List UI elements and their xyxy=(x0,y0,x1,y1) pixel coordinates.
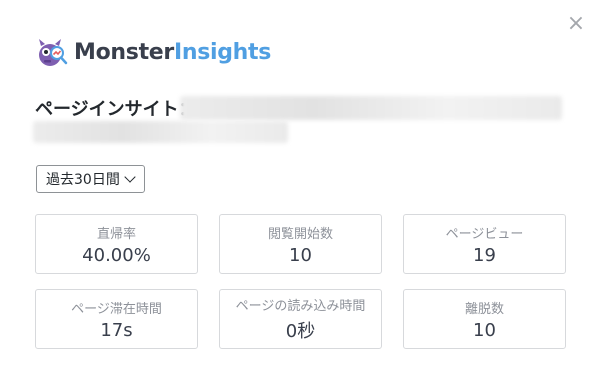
page-insight-label: ページインサイト： xyxy=(35,99,197,120)
metric-label: ページ滞在時間 xyxy=(71,301,162,317)
metric-card-bounce-rate: 直帰率 40.00% xyxy=(35,214,198,274)
metric-value: 10 xyxy=(289,244,312,266)
metric-label: 直帰率 xyxy=(96,226,136,242)
metric-card-load-time: ページの読み込み時間 0秒 xyxy=(219,289,382,349)
metric-value: 0秒 xyxy=(285,321,316,342)
metrics-grid: 直帰率 40.00% 閲覧開始数 10 ページビュー 19 ページ滞在時間 17… xyxy=(35,214,566,349)
metric-label: 離脱数 xyxy=(464,301,504,317)
close-icon[interactable]: × xyxy=(565,13,587,35)
period-select-value: 過去30日間 xyxy=(46,172,120,188)
blurred-page-title xyxy=(180,96,562,120)
brand-name-part2: Insights xyxy=(173,39,272,65)
metric-label: ページの読み込み時間 xyxy=(235,299,366,314)
metric-value: 17s xyxy=(100,319,133,341)
brand-logo: MonsterInsights xyxy=(35,36,271,68)
brand-name-part1: Monster xyxy=(74,39,174,65)
metric-card-exits: 離脱数 10 xyxy=(403,289,566,349)
metric-label: 閲覧開始数 xyxy=(267,226,333,242)
monster-logo-icon xyxy=(39,39,68,66)
metric-value: 19 xyxy=(473,244,496,266)
blurred-page-title-line2 xyxy=(33,121,288,143)
metric-card-pageviews: ページビュー 19 xyxy=(403,214,566,274)
metric-value: 40.00% xyxy=(82,244,151,266)
period-select[interactable]: 過去30日間 xyxy=(36,165,145,193)
metric-card-time-on-page: ページ滞在時間 17s xyxy=(35,289,198,349)
metric-card-entrances: 閲覧開始数 10 xyxy=(219,214,382,274)
metric-value: 10 xyxy=(473,319,496,341)
brand-name: MonsterInsights xyxy=(74,40,271,65)
chevron-down-icon xyxy=(124,171,136,183)
metric-label: ページビュー xyxy=(445,226,524,242)
